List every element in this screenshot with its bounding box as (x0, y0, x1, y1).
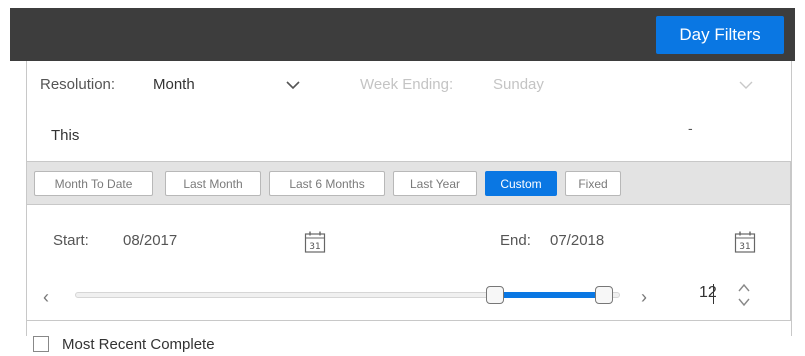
calendar-day-text: 31 (739, 242, 750, 252)
slider-right-arrow-icon[interactable]: › (641, 287, 647, 308)
slider-end-handle[interactable] (594, 286, 613, 304)
end-date-field[interactable]: 07/2018 (550, 232, 604, 249)
top-bar: Day Filters (10, 8, 795, 61)
stepper-icon[interactable] (736, 281, 752, 309)
most-recent-complete-checkbox[interactable] (33, 336, 49, 352)
day-filters-button[interactable]: Day Filters (656, 16, 784, 54)
start-label: Start: (53, 232, 89, 249)
tab-last-month[interactable]: Last Month (165, 171, 261, 196)
tab-last-year[interactable]: Last Year (393, 171, 477, 196)
tab-fixed[interactable]: Fixed (565, 171, 621, 196)
calendar-icon[interactable]: 31 (734, 230, 756, 254)
start-date-field[interactable]: 08/2017 (123, 232, 177, 249)
slider-left-arrow-icon[interactable]: ‹ (43, 287, 49, 308)
range-tab-strip: Month To Date Last Month Last 6 Months L… (27, 162, 790, 205)
range-slider-fill (494, 292, 604, 298)
week-ending-select[interactable]: Sunday (493, 76, 544, 93)
calendar-icon[interactable]: 31 (304, 230, 326, 254)
date-range-panel: Month To Date Last Month Last 6 Months L… (26, 161, 791, 321)
chevron-down-icon[interactable] (737, 76, 755, 94)
week-ending-label: Week Ending: (360, 76, 454, 93)
most-recent-complete-label: Most Recent Complete (62, 336, 215, 353)
calendar-day-text: 31 (309, 242, 320, 252)
slider-start-handle[interactable] (485, 286, 504, 304)
this-dash: - (688, 120, 693, 136)
tab-month-to-date[interactable]: Month To Date (34, 171, 153, 196)
end-label: End: (500, 232, 531, 249)
resolution-row: Resolution: Month Week Ending: Sunday (40, 76, 780, 98)
tab-last-6-months[interactable]: Last 6 Months (269, 171, 385, 196)
resolution-select[interactable]: Month (153, 76, 195, 93)
months-count-input[interactable]: 12 (699, 284, 717, 302)
this-label: This (51, 127, 80, 144)
chevron-down-icon[interactable] (284, 76, 302, 94)
tab-custom[interactable]: Custom (485, 171, 557, 196)
text-caret (713, 284, 714, 304)
resolution-label: Resolution: (40, 76, 116, 93)
panel-border-right (791, 61, 792, 336)
